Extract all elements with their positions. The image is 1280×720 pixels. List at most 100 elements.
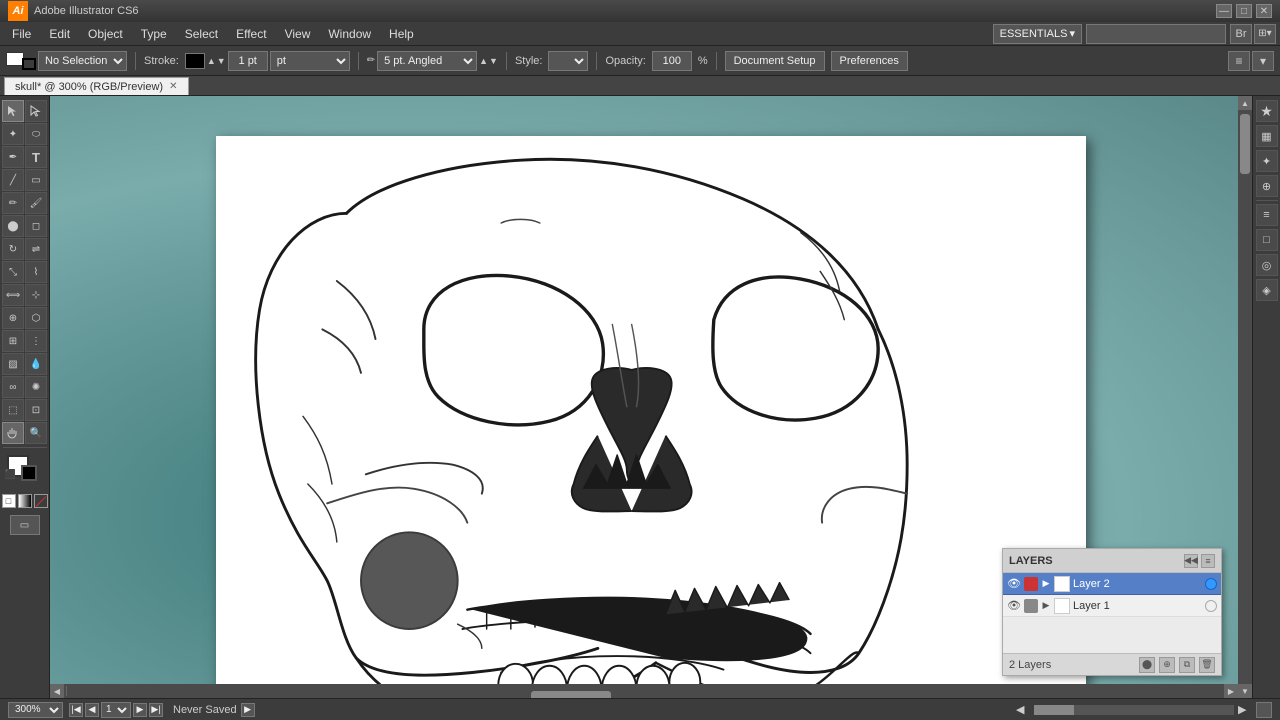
status-arrow-icon[interactable]: ▶ bbox=[241, 703, 255, 717]
live-paint-tool[interactable]: ⬡ bbox=[25, 307, 47, 329]
gradient-tool[interactable]: ▨ bbox=[2, 353, 24, 375]
stroke-color-big-swatch[interactable] bbox=[21, 465, 37, 481]
scale-tool[interactable]: ⤡ bbox=[2, 261, 24, 283]
page-select[interactable]: 1 bbox=[101, 702, 131, 718]
essentials-button[interactable]: ESSENTIALS ▾ bbox=[993, 24, 1082, 44]
screen-mode-btn[interactable]: ▭ bbox=[10, 515, 40, 535]
layers-panel-menu-icon[interactable]: ◀◀ bbox=[1184, 554, 1198, 568]
stroke-color-swatch[interactable] bbox=[185, 53, 205, 69]
reflect-tool[interactable]: ⇌ bbox=[25, 238, 47, 260]
scroll-down-button[interactable]: ▼ bbox=[1238, 684, 1252, 698]
minimize-button[interactable]: — bbox=[1216, 4, 1232, 18]
status-scroll-right[interactable]: ▶ bbox=[1238, 703, 1252, 717]
vertical-scroll-thumb[interactable] bbox=[1240, 114, 1250, 174]
menu-view[interactable]: View bbox=[277, 25, 319, 43]
brush-down-icon[interactable]: ▼ bbox=[489, 56, 498, 66]
direct-select-tool[interactable] bbox=[25, 100, 47, 122]
scroll-right-button[interactable]: ▶ bbox=[1224, 684, 1238, 698]
stroke-unit-select[interactable]: pt bbox=[270, 51, 350, 71]
none-mode-btn[interactable] bbox=[34, 494, 48, 508]
panel-switcher-button[interactable]: ⊞▾ bbox=[1254, 24, 1276, 44]
panel-btn-5[interactable]: ≡ bbox=[1256, 204, 1278, 226]
panel-btn-8[interactable]: ◈ bbox=[1256, 279, 1278, 301]
shape-builder-tool[interactable]: ⊕ bbox=[2, 307, 24, 329]
menu-file[interactable]: File bbox=[4, 25, 39, 43]
brush-select[interactable]: 5 pt. Angled bbox=[377, 51, 477, 71]
default-colors-icon[interactable]: ⬛ bbox=[5, 469, 16, 480]
layers-panel-options-icon[interactable]: ≡ bbox=[1201, 554, 1215, 568]
document-tab[interactable]: skull* @ 300% (RGB/Preview) ✕ bbox=[4, 77, 189, 95]
zoom-tool[interactable]: 🔍 bbox=[25, 422, 47, 444]
type-tool[interactable]: T bbox=[25, 146, 47, 168]
scroll-left-button[interactable]: ◀ bbox=[50, 684, 64, 698]
vertical-scrollbar[interactable]: ▲ ▼ bbox=[1238, 96, 1252, 698]
rotate-tool[interactable]: ↻ bbox=[2, 238, 24, 260]
layer-1-expand-icon[interactable]: ▶ bbox=[1041, 599, 1051, 613]
layer-2-row[interactable]: 👁 ▶ Layer 2 bbox=[1003, 573, 1221, 595]
menu-effect[interactable]: Effect bbox=[228, 25, 274, 43]
panel-btn-3[interactable]: ✦ bbox=[1256, 150, 1278, 172]
opacity-input[interactable] bbox=[652, 51, 692, 71]
layer-2-expand-icon[interactable]: ▶ bbox=[1041, 577, 1051, 591]
zoom-select[interactable]: 300% bbox=[8, 702, 63, 718]
panel-btn-4[interactable]: ⊕ bbox=[1256, 175, 1278, 197]
preferences-button[interactable]: Preferences bbox=[831, 51, 908, 71]
titlebar-controls[interactable]: — □ ✕ bbox=[1216, 4, 1272, 18]
pencil-tool[interactable]: ✏ bbox=[2, 192, 24, 214]
create-layer-button[interactable]: ⊕ bbox=[1159, 657, 1175, 673]
slice-tool[interactable]: ⊡ bbox=[25, 399, 47, 421]
layer-1-eye-icon[interactable]: 👁 bbox=[1007, 599, 1021, 613]
stroke-down-icon[interactable]: ▼ bbox=[217, 56, 226, 66]
stroke-swatch-mini[interactable] bbox=[22, 58, 36, 70]
lasso-tool[interactable]: ⬭ bbox=[25, 123, 47, 145]
artboard-tool[interactable]: ⬚ bbox=[2, 399, 24, 421]
blob-brush-tool[interactable]: ⬤ bbox=[2, 215, 24, 237]
stroke-input[interactable] bbox=[228, 51, 268, 71]
line-tool[interactable]: ╱ bbox=[2, 169, 24, 191]
horizontal-scroll-thumb[interactable] bbox=[531, 691, 611, 698]
menu-window[interactable]: Window bbox=[320, 25, 379, 43]
close-button[interactable]: ✕ bbox=[1256, 4, 1272, 18]
panel-btn-1[interactable]: ★ bbox=[1256, 100, 1278, 122]
symbol-spray-tool[interactable]: ✺ bbox=[25, 376, 47, 398]
select-tool[interactable] bbox=[2, 100, 24, 122]
eraser-tool[interactable]: ◻ bbox=[25, 215, 47, 237]
make-sublayer-button[interactable]: ⬤ bbox=[1139, 657, 1155, 673]
stroke-up-icon[interactable]: ▲ bbox=[207, 56, 216, 66]
pen-tool[interactable]: ✒ bbox=[2, 146, 24, 168]
scroll-up-button[interactable]: ▲ bbox=[1238, 96, 1252, 110]
menu-type[interactable]: Type bbox=[133, 25, 175, 43]
color-preview[interactable] bbox=[6, 52, 36, 70]
blend-tool[interactable]: ∞ bbox=[2, 376, 24, 398]
brush-tool[interactable]: 🖌 bbox=[25, 192, 47, 214]
panel-btn-2[interactable]: ▦ bbox=[1256, 125, 1278, 147]
menu-select[interactable]: Select bbox=[177, 25, 226, 43]
layer-2-eye-icon[interactable]: 👁 bbox=[1007, 577, 1021, 591]
perspective-tool[interactable]: ⊞ bbox=[2, 330, 24, 352]
horizontal-scrollbar[interactable]: ◀ ▶ bbox=[50, 684, 1238, 698]
status-view-toggle[interactable] bbox=[1256, 702, 1272, 718]
panel-btn-6[interactable]: □ bbox=[1256, 229, 1278, 251]
hand-tool[interactable] bbox=[2, 422, 24, 444]
brush-up-icon[interactable]: ▲ bbox=[479, 56, 488, 66]
document-setup-button[interactable]: Document Setup bbox=[725, 51, 825, 71]
eyedropper-tool[interactable]: 💧 bbox=[25, 353, 47, 375]
menu-object[interactable]: Object bbox=[80, 25, 131, 43]
status-scroll-left[interactable]: ◀ bbox=[1016, 703, 1030, 717]
color-mode-btn[interactable]: □ bbox=[2, 494, 16, 508]
last-page-button[interactable]: ▶| bbox=[149, 703, 163, 717]
maximize-button[interactable]: □ bbox=[1236, 4, 1252, 18]
delete-layer-button[interactable]: 🗑 bbox=[1199, 657, 1215, 673]
tab-close-button[interactable]: ✕ bbox=[169, 81, 177, 92]
menu-help[interactable]: Help bbox=[381, 25, 422, 43]
panel-btn-7[interactable]: ◎ bbox=[1256, 254, 1278, 276]
prev-page-button[interactable]: ◀ bbox=[85, 703, 99, 717]
menu-edit[interactable]: Edit bbox=[41, 25, 78, 43]
selection-dropdown[interactable]: No Selection bbox=[38, 51, 127, 71]
align-icon[interactable]: ≡ bbox=[1228, 51, 1250, 71]
move-to-button[interactable]: ⧉ bbox=[1179, 657, 1195, 673]
status-hscroll[interactable] bbox=[1034, 705, 1234, 715]
first-page-button[interactable]: |◀ bbox=[69, 703, 83, 717]
gradient-mode-btn[interactable] bbox=[18, 494, 32, 508]
bridge-button[interactable]: Br bbox=[1230, 24, 1252, 44]
